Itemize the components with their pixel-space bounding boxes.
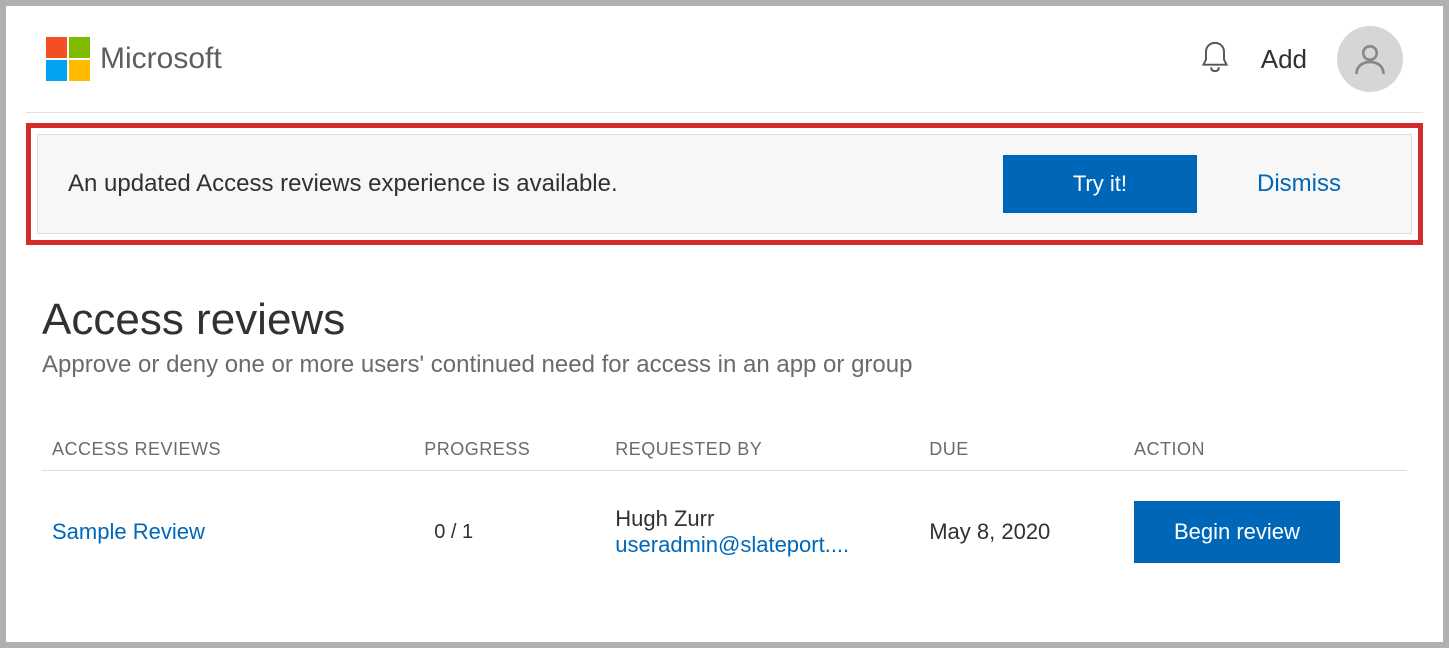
reviews-table: ACCESS REVIEWS PROGRESS REQUESTED BY DUE… — [42, 439, 1407, 563]
banner-actions: Try it! Dismiss — [1003, 155, 1381, 213]
table-row: Sample Review 0 / 1 Hugh Zurr useradmin@… — [42, 471, 1407, 563]
try-it-button[interactable]: Try it! — [1003, 155, 1197, 213]
header: Microsoft Add — [6, 6, 1443, 112]
cell-action: Begin review — [1134, 501, 1407, 563]
cell-due: May 8, 2020 — [929, 519, 1134, 545]
table-header-row: ACCESS REVIEWS PROGRESS REQUESTED BY DUE… — [42, 439, 1407, 471]
dismiss-button[interactable]: Dismiss — [1257, 170, 1341, 198]
review-link[interactable]: Sample Review — [52, 519, 205, 544]
brand: Microsoft — [46, 37, 222, 81]
requester-name: Hugh Zurr — [615, 506, 929, 532]
page-subtitle: Approve or deny one or more users' conti… — [42, 351, 1407, 379]
col-header-reviews: ACCESS REVIEWS — [42, 439, 424, 460]
col-header-action: ACTION — [1134, 439, 1407, 460]
banner-highlight: An updated Access reviews experience is … — [26, 123, 1423, 245]
update-banner: An updated Access reviews experience is … — [37, 134, 1412, 234]
col-header-progress: PROGRESS — [424, 439, 615, 460]
avatar[interactable] — [1337, 26, 1403, 92]
cell-requested-by: Hugh Zurr useradmin@slateport.... — [615, 506, 929, 558]
cell-progress: 0 / 1 — [424, 521, 615, 544]
banner-message: An updated Access reviews experience is … — [68, 170, 618, 198]
begin-review-button[interactable]: Begin review — [1134, 501, 1340, 563]
add-link[interactable]: Add — [1261, 44, 1307, 75]
cell-review-name: Sample Review — [42, 519, 424, 545]
col-header-requested-by: REQUESTED BY — [615, 439, 929, 460]
col-header-due: DUE — [929, 439, 1134, 460]
requester-email[interactable]: useradmin@slateport.... — [615, 532, 929, 558]
header-divider — [26, 112, 1423, 113]
page-title: Access reviews — [42, 295, 1407, 345]
person-icon — [1352, 41, 1388, 77]
app-window: Microsoft Add An updated Access reviews … — [6, 6, 1443, 642]
main-content: Access reviews Approve or deny one or mo… — [6, 265, 1443, 593]
microsoft-logo-icon — [46, 37, 90, 81]
notifications-icon[interactable] — [1199, 39, 1231, 80]
brand-text: Microsoft — [100, 42, 222, 76]
header-actions: Add — [1199, 26, 1403, 92]
